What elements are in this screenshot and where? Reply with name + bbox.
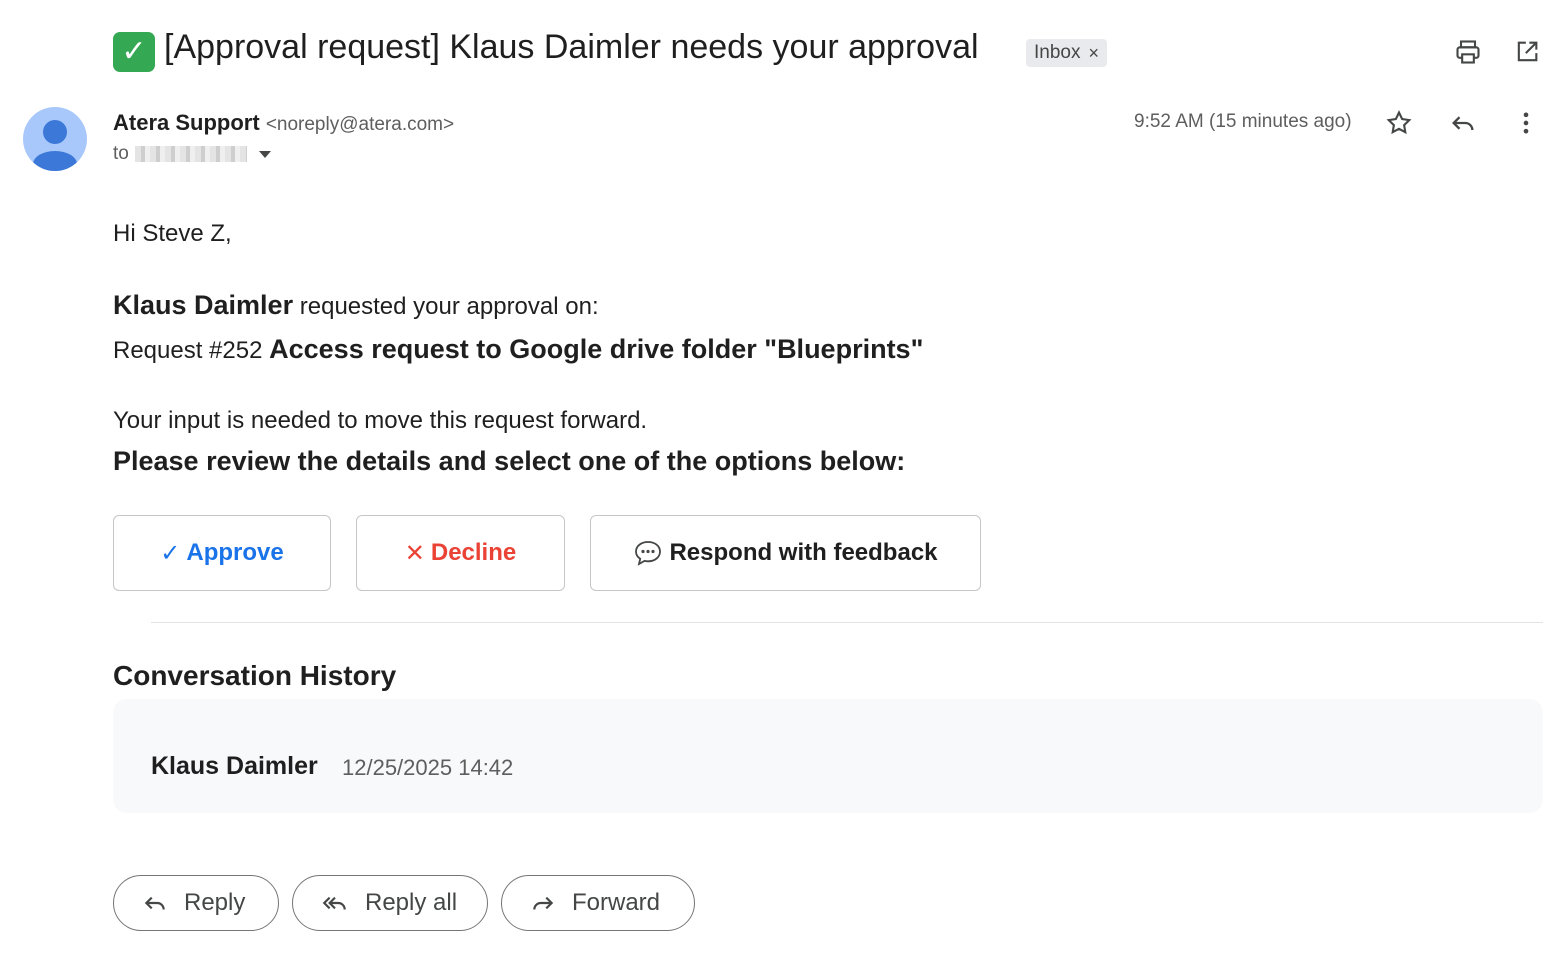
request-line: Request #252 Access request to Google dr… bbox=[113, 334, 923, 365]
divider bbox=[151, 622, 1543, 623]
sender-email: <noreply@atera.com> bbox=[265, 114, 455, 135]
star-icon[interactable] bbox=[1383, 107, 1415, 139]
requester-name: Klaus Daimler bbox=[113, 290, 294, 320]
forward-arrow-icon bbox=[530, 890, 556, 916]
respond-with-feedback-button[interactable]: Respond with feedback bbox=[590, 515, 981, 591]
requested-text: requested your approval on: bbox=[299, 293, 599, 320]
recipient-line: to bbox=[113, 143, 271, 165]
reply-label: Reply bbox=[184, 889, 246, 916]
request-title: Access request to Google drive folder "B… bbox=[269, 334, 924, 364]
requester-line: Klaus Daimler requested your approval on… bbox=[113, 290, 599, 321]
request-number: Request #252 bbox=[113, 337, 263, 364]
reply-all-label: Reply all bbox=[365, 889, 458, 916]
reply-all-icon bbox=[321, 890, 349, 916]
reply-all-button[interactable]: Reply all bbox=[292, 875, 488, 931]
conversation-history-title: Conversation History bbox=[113, 660, 397, 691]
remove-label-icon[interactable]: × bbox=[1088, 43, 1099, 64]
input-needed-text: Your input is needed to move this reques… bbox=[113, 407, 648, 434]
conversation-entry-card bbox=[113, 699, 1543, 813]
inbox-label-chip[interactable]: Inbox × bbox=[1026, 39, 1107, 67]
close-x-icon: ✕ bbox=[404, 539, 425, 567]
decline-button[interactable]: ✕ Decline bbox=[356, 515, 565, 591]
more-vertical-icon[interactable] bbox=[1510, 107, 1542, 139]
print-icon[interactable] bbox=[1452, 36, 1484, 68]
conversation-entry-author: Klaus Daimler bbox=[151, 752, 318, 780]
review-prompt: Please review the details and select one… bbox=[113, 446, 906, 476]
speech-bubble-icon bbox=[633, 539, 663, 567]
open-in-new-window-icon[interactable] bbox=[1511, 36, 1543, 68]
feedback-label: Respond with feedback bbox=[669, 539, 938, 566]
show-details-chevron-icon[interactable] bbox=[258, 150, 271, 158]
reply-icon[interactable] bbox=[1447, 107, 1479, 139]
to-prefix: to bbox=[113, 143, 129, 164]
sender-line: Atera Support <noreply@atera.com> bbox=[113, 110, 454, 136]
checkmark-icon: ✓ bbox=[160, 539, 181, 567]
reply-arrow-icon bbox=[142, 890, 168, 916]
sender-name[interactable]: Atera Support bbox=[113, 110, 260, 135]
sender-avatar[interactable] bbox=[23, 107, 87, 171]
approve-button[interactable]: ✓ Approve bbox=[113, 515, 331, 591]
forward-label: Forward bbox=[572, 889, 661, 916]
inbox-label-text: Inbox bbox=[1034, 42, 1081, 63]
conversation-entry-date: 12/25/2025 14:42 bbox=[342, 755, 514, 780]
approve-label: Approve bbox=[186, 539, 284, 566]
approval-check-icon: ✓ bbox=[113, 32, 155, 72]
email-subject: [Approval request] Klaus Daimler needs y… bbox=[164, 28, 979, 66]
reply-button[interactable]: Reply bbox=[113, 875, 279, 931]
decline-label: Decline bbox=[430, 539, 517, 566]
email-timestamp: 9:52 AM (15 minutes ago) bbox=[1134, 111, 1352, 132]
forward-button[interactable]: Forward bbox=[501, 875, 695, 931]
greeting: Hi Steve Z, bbox=[113, 220, 232, 247]
redacted-recipient bbox=[134, 146, 247, 162]
